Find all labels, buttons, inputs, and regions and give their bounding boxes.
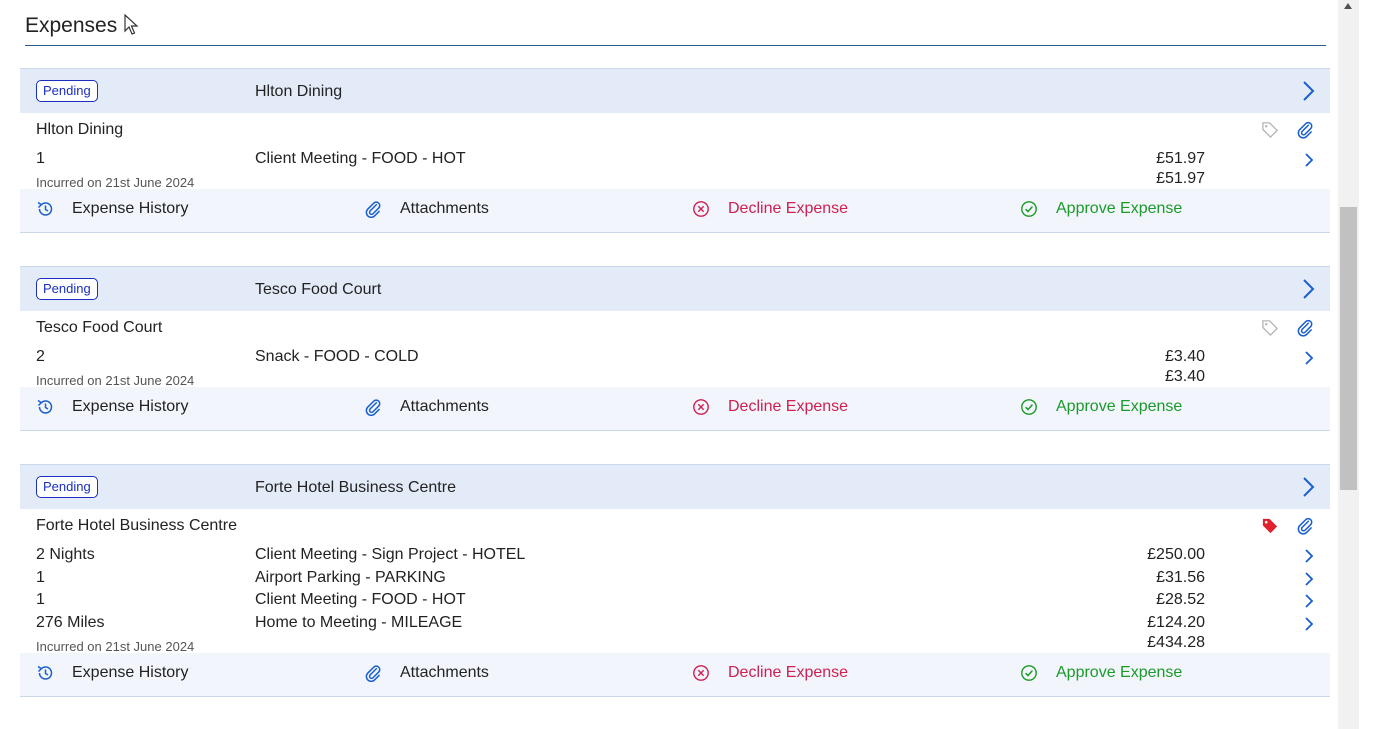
- line-description: Client Meeting - Sign Project - HOTEL: [255, 546, 526, 563]
- expense-history-label: Expense History: [72, 663, 189, 681]
- decline-circle-x-icon: [693, 201, 709, 217]
- line-chevron-right-icon[interactable]: [1303, 593, 1315, 609]
- expense-name: Hlton Dining: [255, 83, 343, 100]
- incurred-date: Incurred on 21st June 2024: [36, 638, 195, 654]
- line-chevron-right-icon[interactable]: [1303, 350, 1315, 366]
- line-chevron-right-icon[interactable]: [1303, 571, 1315, 587]
- attachments-label: Attachments: [400, 398, 489, 415]
- status-badge: Pending: [36, 476, 98, 498]
- paperclip-icon: [365, 399, 381, 416]
- history-icon: [37, 201, 53, 216]
- decline-expense-label: Decline Expense: [728, 663, 849, 681]
- approve-expense-label: Approve Expense: [1056, 398, 1183, 415]
- expense-line: 276 Miles Home to Meeting - MILEAGE £124…: [20, 614, 1330, 636]
- chevron-right-icon[interactable]: [1302, 278, 1316, 300]
- approve-expense-label: Approve Expense: [1056, 663, 1183, 681]
- line-quantity: 276 Miles: [36, 613, 105, 631]
- expenses-page: Expenses Pending Hlton Dining Hlton Dini…: [0, 0, 1338, 729]
- decline-circle-x-icon: [693, 399, 709, 415]
- line-amount: £28.52: [1156, 591, 1205, 608]
- expense-line: 1 Client Meeting - FOOD - HOT £51.97: [20, 150, 1330, 172]
- expense-name: Forte Hotel Business Centre: [255, 479, 456, 496]
- expense-line: 1 Client Meeting - FOOD - HOT £28.52: [20, 591, 1330, 613]
- title-divider: [25, 45, 1326, 46]
- paperclip-icon: [365, 201, 381, 218]
- expense-line: 1 Airport Parking - PARKING £31.56: [20, 569, 1330, 591]
- line-chevron-right-icon[interactable]: [1303, 616, 1315, 632]
- approve-expense-label: Approve Expense: [1056, 200, 1183, 217]
- decline-expense-label: Decline Expense: [728, 200, 849, 217]
- expense-actions-bar: Expense History Attachments Decline Expe…: [20, 652, 1330, 697]
- merchant-name: Tesco Food Court: [36, 319, 163, 336]
- expense-card-header[interactable]: Pending Forte Hotel Business Centre: [20, 465, 1330, 509]
- chevron-right-icon[interactable]: [1302, 80, 1316, 102]
- status-badge: Pending: [36, 80, 98, 102]
- expense-total: £51.97: [1156, 170, 1205, 187]
- line-quantity: 1: [36, 568, 45, 586]
- scroll-up-arrow-icon[interactable]: [1343, 2, 1353, 10]
- expense-card-header[interactable]: Pending Tesco Food Court: [20, 267, 1330, 311]
- tag-icon[interactable]: [1261, 121, 1279, 139]
- line-quantity: 1: [36, 150, 45, 167]
- line-chevron-right-icon[interactable]: [1303, 152, 1315, 168]
- decline-circle-x-icon: [693, 664, 709, 681]
- page-title: Expenses: [25, 14, 118, 37]
- merchant-name: Hlton Dining: [36, 121, 124, 138]
- line-description: Client Meeting - FOOD - HOT: [255, 591, 466, 608]
- approve-check-circle-icon: [1021, 201, 1037, 217]
- line-amount: £124.20: [1147, 613, 1205, 631]
- line-chevron-right-icon[interactable]: [1303, 548, 1315, 564]
- expense-name: Tesco Food Court: [255, 281, 382, 298]
- approve-check-circle-icon: [1021, 664, 1037, 681]
- line-description: Airport Parking - PARKING: [255, 568, 446, 586]
- approve-check-circle-icon: [1021, 399, 1037, 415]
- line-quantity: 1: [36, 591, 45, 608]
- incurred-date: Incurred on 21st June 2024: [36, 373, 195, 388]
- expense-line: 2 Nights Client Meeting - Sign Project -…: [20, 546, 1330, 568]
- incurred-date: Incurred on 21st June 2024: [36, 175, 195, 190]
- expense-line: 2 Snack - FOOD - COLD £3.40: [20, 348, 1330, 370]
- tag-icon[interactable]: [1261, 319, 1279, 337]
- paperclip-icon: [365, 664, 381, 682]
- line-description: Snack - FOOD - COLD: [255, 348, 419, 365]
- line-quantity: 2: [36, 348, 45, 365]
- expense-card: Pending Tesco Food Court Tesco Food Cour…: [20, 266, 1330, 431]
- line-quantity: 2 Nights: [36, 546, 95, 563]
- expense-history-label: Expense History: [72, 398, 189, 415]
- expense-history-label: Expense History: [72, 200, 189, 217]
- paperclip-icon[interactable]: [1296, 516, 1314, 535]
- paperclip-icon[interactable]: [1296, 318, 1314, 337]
- chevron-right-icon[interactable]: [1302, 476, 1316, 498]
- history-icon: [37, 399, 53, 414]
- expense-actions-bar: Expense History Attachments Decline Expe…: [20, 387, 1330, 431]
- expense-total: £434.28: [1147, 633, 1205, 651]
- expense-card: Pending Hlton Dining Hlton Dining 1 Clie…: [20, 68, 1330, 233]
- attachments-label: Attachments: [400, 663, 489, 681]
- line-amount: £31.56: [1156, 568, 1205, 586]
- line-amount: £250.00: [1147, 546, 1205, 563]
- line-amount: £51.97: [1156, 150, 1205, 167]
- paperclip-icon[interactable]: [1296, 120, 1314, 139]
- expense-total: £3.40: [1164, 368, 1205, 385]
- decline-expense-label: Decline Expense: [728, 398, 849, 415]
- mouse-cursor-icon: [124, 14, 139, 35]
- expense-actions-bar: Expense History Attachments Decline Expe…: [20, 189, 1330, 233]
- history-icon: [37, 665, 53, 680]
- line-description: Home to Meeting - MILEAGE: [255, 613, 463, 631]
- attachments-label: Attachments: [400, 200, 489, 217]
- scrollbar-thumb[interactable]: [1340, 207, 1357, 490]
- expense-card: Pending Forte Hotel Business Centre Fort…: [20, 464, 1330, 697]
- status-badge: Pending: [36, 278, 98, 300]
- tag-icon[interactable]: [1261, 517, 1279, 535]
- line-amount: £3.40: [1164, 348, 1205, 365]
- expense-card-header[interactable]: Pending Hlton Dining: [20, 69, 1330, 113]
- merchant-name: Forte Hotel Business Centre: [36, 517, 237, 534]
- line-description: Client Meeting - FOOD - HOT: [255, 150, 466, 167]
